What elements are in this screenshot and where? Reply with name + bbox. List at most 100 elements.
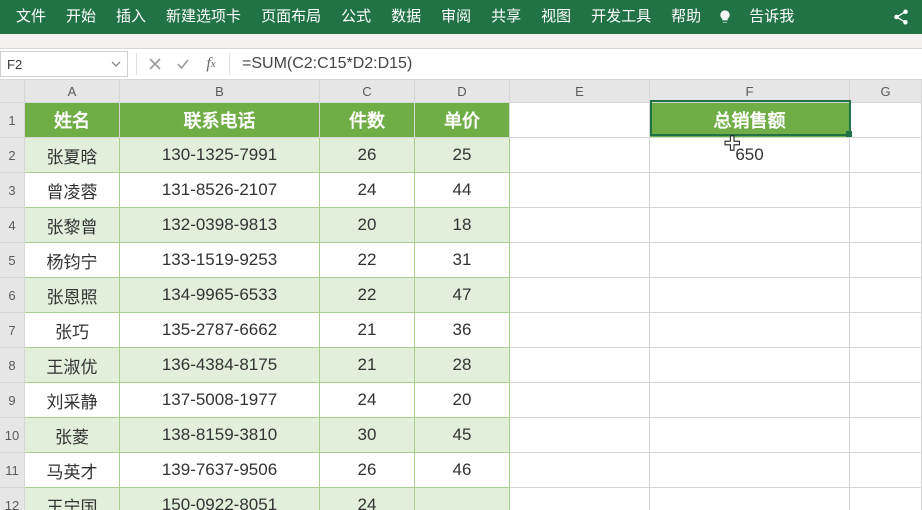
cell-E7[interactable] [510, 313, 650, 348]
col-head-B[interactable]: B [120, 80, 320, 103]
cell-F12[interactable] [650, 488, 850, 510]
cell-C4[interactable]: 20 [320, 208, 415, 243]
cell-E3[interactable] [510, 173, 650, 208]
cell-E8[interactable] [510, 348, 650, 383]
cell-F11[interactable] [650, 453, 850, 488]
cell-D6[interactable]: 47 [415, 278, 510, 313]
cell-G6[interactable] [850, 278, 922, 313]
cell-A6[interactable]: 张恩照 [25, 278, 120, 313]
cell-E6[interactable] [510, 278, 650, 313]
cell-B2[interactable]: 130-1325-7991 [120, 138, 320, 173]
cell-A12[interactable]: 王宁国 [25, 488, 120, 510]
cell-G5[interactable] [850, 243, 922, 278]
cell-A4[interactable]: 张黎曾 [25, 208, 120, 243]
cell-G3[interactable] [850, 173, 922, 208]
cell-C8[interactable]: 21 [320, 348, 415, 383]
ribbon-tab-view[interactable]: 视图 [531, 0, 581, 34]
cell-F6[interactable] [650, 278, 850, 313]
cell-A11[interactable]: 马英才 [25, 453, 120, 488]
cell-D4[interactable]: 18 [415, 208, 510, 243]
ribbon-tab-help[interactable]: 帮助 [661, 0, 711, 34]
cell-B6[interactable]: 134-9965-6533 [120, 278, 320, 313]
share-icon[interactable] [886, 8, 916, 26]
cell-G2[interactable] [850, 138, 922, 173]
cell-C10[interactable]: 30 [320, 418, 415, 453]
ribbon-tab-formulas[interactable]: 公式 [331, 0, 381, 34]
cell-B3[interactable]: 131-8526-2107 [120, 173, 320, 208]
cell-F5[interactable] [650, 243, 850, 278]
col-head-G[interactable]: G [850, 80, 922, 103]
cell-B12[interactable]: 150-0922-8051 [120, 488, 320, 510]
cell-D12[interactable] [415, 488, 510, 510]
fx-icon[interactable]: fx [197, 50, 225, 78]
cell-E5[interactable] [510, 243, 650, 278]
cell-D10[interactable]: 45 [415, 418, 510, 453]
cell-C3[interactable]: 24 [320, 173, 415, 208]
cell-F7[interactable] [650, 313, 850, 348]
col-head-F[interactable]: F [650, 80, 850, 103]
row-head-2[interactable]: 2 [0, 138, 25, 173]
cell-F3[interactable] [650, 173, 850, 208]
cell-F4[interactable] [650, 208, 850, 243]
cell-F8[interactable] [650, 348, 850, 383]
row-head-5[interactable]: 5 [0, 243, 25, 278]
cell-B8[interactable]: 136-4384-8175 [120, 348, 320, 383]
cell-A2[interactable]: 张夏晗 [25, 138, 120, 173]
cell-D2[interactable]: 25 [415, 138, 510, 173]
cell-G8[interactable] [850, 348, 922, 383]
cell-C11[interactable]: 26 [320, 453, 415, 488]
cell-B9[interactable]: 137-5008-1977 [120, 383, 320, 418]
row-head-4[interactable]: 4 [0, 208, 25, 243]
row-head-10[interactable]: 10 [0, 418, 25, 453]
cell-B7[interactable]: 135-2787-6662 [120, 313, 320, 348]
cell-G4[interactable] [850, 208, 922, 243]
cell-D11[interactable]: 46 [415, 453, 510, 488]
cell-G7[interactable] [850, 313, 922, 348]
col-head-D[interactable]: D [415, 80, 510, 103]
cell-E12[interactable] [510, 488, 650, 510]
cell-F10[interactable] [650, 418, 850, 453]
cell-B4[interactable]: 132-0398-9813 [120, 208, 320, 243]
confirm-icon[interactable] [169, 50, 197, 78]
row-head-8[interactable]: 8 [0, 348, 25, 383]
lightbulb-icon[interactable] [711, 9, 739, 25]
tell-me[interactable]: 告诉我 [739, 0, 804, 34]
ribbon-tab-share[interactable]: 共享 [481, 0, 531, 34]
cell-A5[interactable]: 杨钧宁 [25, 243, 120, 278]
cell-G9[interactable] [850, 383, 922, 418]
cancel-icon[interactable] [141, 50, 169, 78]
cell-B11[interactable]: 139-7637-9506 [120, 453, 320, 488]
ribbon-tab-review[interactable]: 审阅 [431, 0, 481, 34]
cell-G12[interactable] [850, 488, 922, 510]
cell-E2[interactable] [510, 138, 650, 173]
cell-F9[interactable] [650, 383, 850, 418]
cell-B10[interactable]: 138-8159-3810 [120, 418, 320, 453]
cell-A10[interactable]: 张菱 [25, 418, 120, 453]
cell-E11[interactable] [510, 453, 650, 488]
col-head-C[interactable]: C [320, 80, 415, 103]
ribbon-tab-home[interactable]: 开始 [56, 0, 106, 34]
ribbon-tab-developer[interactable]: 开发工具 [581, 0, 661, 34]
cell-E4[interactable] [510, 208, 650, 243]
cell-G11[interactable] [850, 453, 922, 488]
cell-E9[interactable] [510, 383, 650, 418]
cell-G10[interactable] [850, 418, 922, 453]
cell-C6[interactable]: 22 [320, 278, 415, 313]
cell-A3[interactable]: 曾凌蓉 [25, 173, 120, 208]
row-head-11[interactable]: 11 [0, 453, 25, 488]
cell-G1[interactable] [850, 103, 922, 138]
cell-D8[interactable]: 28 [415, 348, 510, 383]
cell-D5[interactable]: 31 [415, 243, 510, 278]
cell-C2[interactable]: 26 [320, 138, 415, 173]
cell-A9[interactable]: 刘采静 [25, 383, 120, 418]
cell-E10[interactable] [510, 418, 650, 453]
cell-F2[interactable]: 650 [650, 138, 850, 173]
cell-E1[interactable] [510, 103, 650, 138]
ribbon-tab-data[interactable]: 数据 [381, 0, 431, 34]
cell-C7[interactable]: 21 [320, 313, 415, 348]
cell-D3[interactable]: 44 [415, 173, 510, 208]
row-head-12[interactable]: 12 [0, 488, 25, 510]
select-all-corner[interactable] [0, 80, 25, 103]
row-head-1[interactable]: 1 [0, 103, 25, 138]
col-head-E[interactable]: E [510, 80, 650, 103]
